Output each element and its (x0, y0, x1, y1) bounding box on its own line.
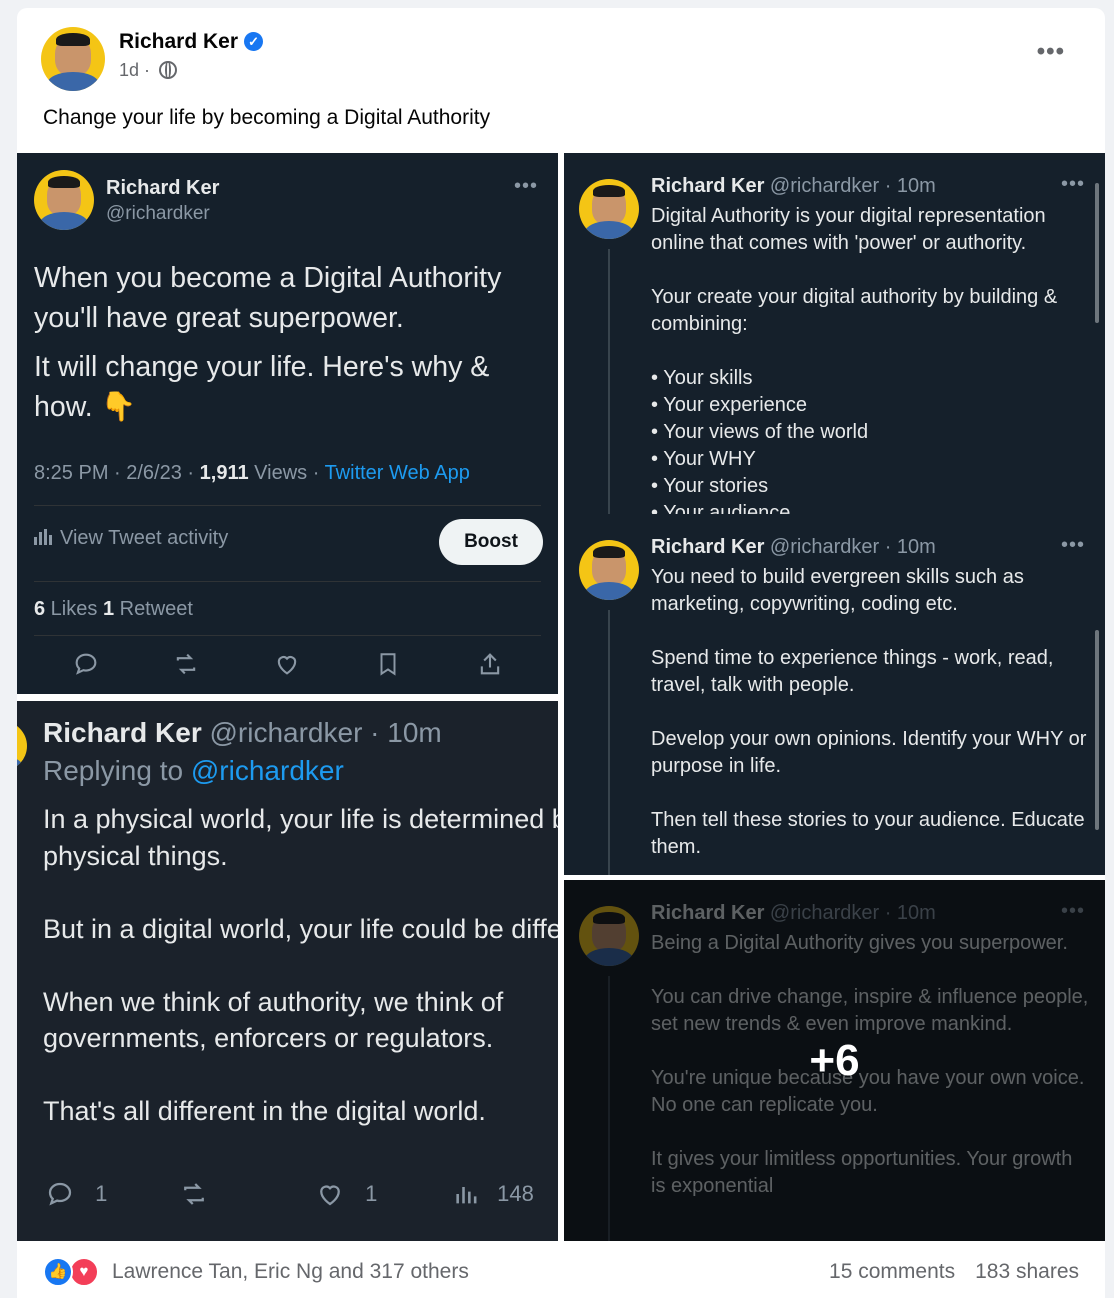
like-count: 1 (365, 1181, 378, 1206)
views-count: 148 (497, 1181, 534, 1206)
scrollbar (1095, 183, 1099, 323)
post-header: Richard Ker ✓ 1d · ••• Change your life b… (17, 8, 1105, 148)
post-meta: 1d · (119, 60, 178, 81)
tweet-body: When you become a Digital Authority you'… (34, 259, 544, 427)
post-time[interactable]: 1d (119, 60, 139, 80)
share-icon (480, 653, 500, 675)
tweet-header: Richard Ker @richardker · 10m (651, 175, 936, 198)
tweet-activity: View Tweet activity (34, 527, 228, 550)
tweet-more-icon: ••• (513, 175, 538, 197)
divider (34, 635, 541, 636)
reply-stat: 1 (45, 1179, 107, 1209)
tweet-actions: 1 1 148 (45, 1179, 545, 1213)
reply-handle: @richardker (190, 755, 344, 786)
views-icon (456, 1187, 477, 1204)
tweet-handle: @richardker (106, 203, 210, 224)
love-reaction-icon: ♥ (69, 1257, 99, 1287)
replying-to: Replying to @richardker (43, 755, 344, 787)
photo-grid: Richard Ker @richardker ••• When you bec… (17, 153, 1105, 1241)
heart-icon (320, 1185, 340, 1206)
reply-count: 1 (95, 1181, 108, 1206)
author-name-row: Richard Ker ✓ (119, 30, 264, 54)
retweets-count: 1 (102, 598, 115, 620)
tweet-author-name: Richard Ker (651, 536, 765, 558)
more-photos-count[interactable]: +6 (564, 880, 1105, 1241)
activity-label: View Tweet activity (60, 527, 229, 549)
bookmark-icon (380, 653, 396, 676)
tweet-timestamp: 8:25 PM · 2/6/23 · 1,911 Views · Twitter… (34, 462, 470, 485)
likes-count: 6 (34, 598, 46, 620)
tweet-body: Digital Authority is your digital repres… (651, 205, 1058, 514)
like-stat: 1 (315, 1179, 377, 1209)
post-text: Change your life by becoming a Digital A… (43, 106, 491, 129)
tweet-header: Richard Ker @richardker · 10m (651, 536, 936, 559)
author-avatar[interactable] (41, 27, 105, 91)
divider (34, 581, 541, 582)
post-counts: 15 comments 183 shares (829, 1260, 1079, 1284)
tweet-body: In a physical world, your life is determ… (43, 804, 558, 1126)
post-footer: 👍 ♥ Lawrence Tan, Eric Ng and 317 others… (17, 1241, 1105, 1298)
retweet-icon (184, 1183, 204, 1205)
tweet-body: You need to build evergreen skills such … (651, 566, 1087, 858)
retweets-label: Retweet (114, 598, 193, 620)
tweet-engagement: 6 Likes 1 Retweet (34, 598, 193, 621)
photo-thread-1[interactable]: Richard Ker @richardker · 10m ••• Digita… (564, 153, 1105, 514)
photo-thread-3-more[interactable]: Richard Ker @richardker · 10m ••• Being … (564, 880, 1105, 1241)
verified-badge-icon: ✓ (244, 32, 264, 51)
more-options-button[interactable]: ••• (1037, 38, 1065, 66)
thread-line (608, 610, 610, 875)
author-name[interactable]: Richard Ker (119, 30, 238, 53)
tweet-paragraph: It will change your life. Here's why & h… (34, 351, 490, 423)
photo-thread-2[interactable]: Richard Ker @richardker · 10m ••• You ne… (564, 514, 1105, 875)
tweet-author-name: Richard Ker (651, 175, 765, 197)
reply-icon (75, 653, 97, 675)
tweet-avatar (579, 179, 639, 239)
tweet-paragraph: When you become a Digital Authority you'… (34, 262, 502, 334)
views-stat: 148 (453, 1179, 534, 1209)
retweet-icon (176, 653, 196, 675)
tweet-avatar (34, 170, 94, 230)
analytics-icon (34, 529, 52, 545)
reactors-text[interactable]: Lawrence Tan, Eric Ng and 317 others (112, 1260, 469, 1284)
tweet-actions (67, 650, 517, 680)
tweet-source: Twitter Web App (324, 462, 470, 484)
shares-count[interactable]: 183 shares (975, 1260, 1079, 1283)
facebook-post: Richard Ker ✓ 1d · ••• Change your life b… (17, 8, 1105, 1298)
tweet-views-count: 1,911 (199, 462, 249, 484)
likes-label: Likes (45, 598, 103, 620)
boost-button: Boost (439, 519, 543, 565)
tweet-views-label: Views · (248, 462, 325, 484)
replying-label: Replying to (43, 755, 191, 786)
tweet-author-name: Richard Ker (106, 177, 220, 199)
like-reaction-icon: 👍 (43, 1257, 73, 1287)
tweet-more-icon: ••• (1060, 173, 1085, 195)
tweet-more-icon: ••• (1060, 534, 1085, 556)
globe-icon (159, 61, 178, 79)
tweet-header: Richard Ker @richardker · 10m (43, 717, 442, 749)
tweet-handle-time: @richardker · 10m (201, 717, 442, 748)
divider (34, 505, 541, 506)
meta-separator: · (144, 60, 151, 80)
tweet-avatar (17, 721, 27, 771)
scrollbar (1095, 630, 1099, 830)
tweet-author-name: Richard Ker (43, 717, 202, 748)
tweet-handle-time: @richardker · 10m (764, 536, 936, 558)
comments-count[interactable]: 15 comments (829, 1260, 955, 1283)
reply-icon (48, 1182, 72, 1206)
tweet-time: 8:25 PM · 2/6/23 · (34, 462, 200, 484)
retweet-stat (177, 1179, 211, 1209)
photo-tweet-reply[interactable]: Richard Ker @richardker · 10m Replying t… (17, 701, 558, 1241)
reactions[interactable]: 👍 ♥ (43, 1257, 105, 1287)
photo-tweet-main[interactable]: Richard Ker @richardker ••• When you bec… (17, 153, 558, 694)
tweet-avatar (579, 540, 639, 600)
tweet-handle-time: @richardker · 10m (764, 175, 936, 197)
heart-icon (277, 656, 297, 675)
thread-line (608, 249, 610, 514)
